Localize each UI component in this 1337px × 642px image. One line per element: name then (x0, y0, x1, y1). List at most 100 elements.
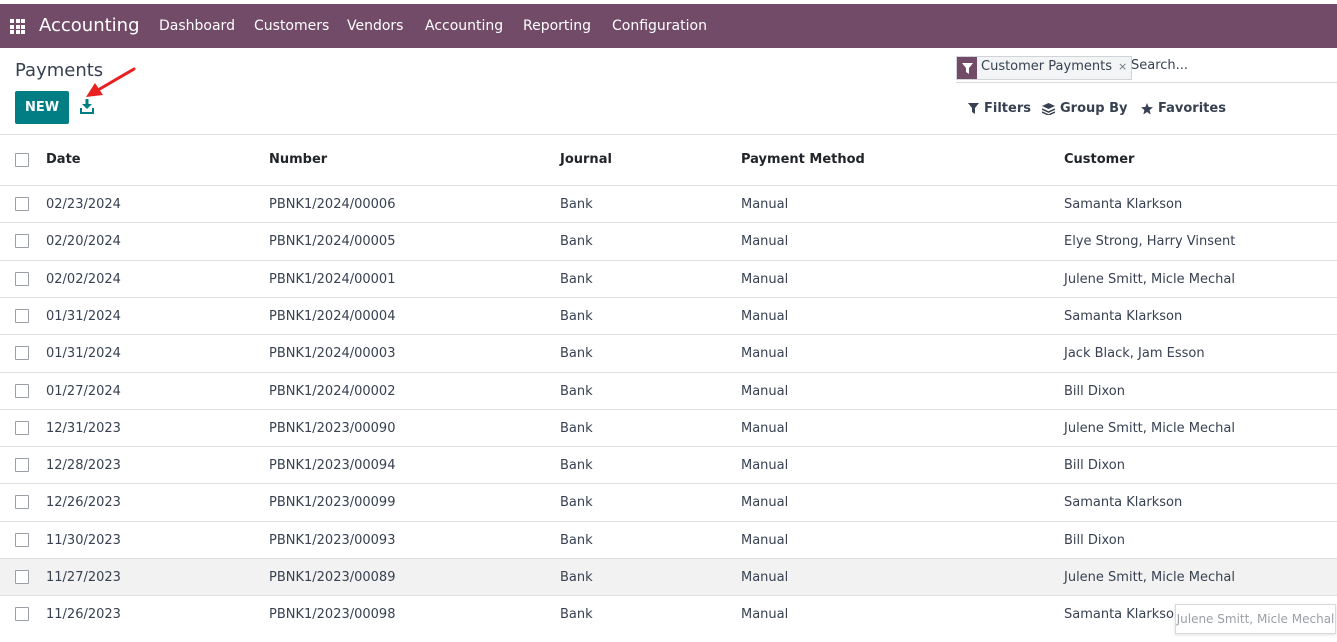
row-checkbox[interactable] (15, 346, 29, 361)
cell-date: 02/23/2024 (46, 197, 121, 212)
menu-configuration[interactable]: Configuration (612, 18, 707, 34)
cell-date: 01/31/2024 (46, 308, 121, 324)
search-input[interactable] (1131, 58, 1331, 73)
cell-customer: Samanta Klarkson (1064, 308, 1183, 324)
group-by-button[interactable]: Group By (1042, 101, 1127, 116)
cell-date: 11/27/2023 (46, 570, 121, 585)
cell-number: PBNK1/2024/00006 (269, 197, 396, 212)
table-row[interactable]: 12/26/2023 PBNK1/2023/00099 Bank Manual Sama… (0, 483, 1337, 521)
row-checkbox[interactable] (15, 197, 29, 211)
top-navbar: Accounting Dashboard Customers Vendors A… (0, 4, 1337, 48)
table-row[interactable]: 01/31/2024 PBNK1/2024/00004 Bank Manual Sama… (0, 296, 1337, 335)
cell-payment-method: Manual (741, 607, 789, 623)
cell-payment-method: Manual (741, 458, 789, 474)
filters-button[interactable]: Filters (968, 101, 1031, 116)
cell-date: 01/31/2024 (46, 346, 121, 362)
cell-customer: Julene Smitt, Micle Mechal (1064, 420, 1235, 436)
cell-customer: Bill Dixon (1064, 458, 1125, 474)
cell-number: PBNK1/2024/00005 (269, 234, 396, 250)
cell-number: PBNK1/2023/00094 (269, 458, 396, 474)
cell-payment-method: Manual (741, 570, 789, 585)
table-row[interactable]: 11/26/2023 PBNK1/2023/00098 Bank Manual Sama… (0, 595, 1337, 633)
table-row[interactable]: 12/28/2023 PBNK1/2023/00094 Bank Manual Bill… (0, 446, 1337, 484)
cell-journal: Bank (560, 308, 593, 324)
cell-customer: Samanta Klarkson (1064, 495, 1183, 511)
favorites-button[interactable]: Favorites (1141, 101, 1226, 116)
new-button[interactable]: NEW (15, 91, 69, 124)
column-header-payment-method[interactable]: Payment Method (741, 152, 865, 167)
column-header-journal[interactable]: Journal (560, 152, 612, 167)
group-by-label: Group By (1060, 101, 1128, 116)
menu-dashboard[interactable]: Dashboard (159, 18, 235, 34)
cell-customer: Julene Smitt, Micle Mechal (1064, 570, 1235, 585)
cell-payment-method: Manual (741, 234, 789, 250)
cell-date: 02/20/2024 (46, 234, 121, 250)
row-checkbox[interactable] (15, 607, 29, 622)
row-checkbox[interactable] (15, 532, 29, 547)
menu-reporting[interactable]: Reporting (523, 18, 591, 34)
cell-number: PBNK1/2023/00090 (269, 420, 396, 436)
cell-date: 01/27/2024 (46, 383, 121, 399)
table-top-border (0, 134, 1337, 135)
table-row[interactable]: 12/31/2023 PBNK1/2023/00090 Bank Manual Jule… (0, 408, 1337, 447)
download-icon[interactable] (80, 99, 94, 115)
star-icon (1141, 102, 1153, 114)
cell-journal: Bank (560, 532, 593, 548)
facet-remove-icon[interactable]: × (1116, 57, 1131, 79)
cell-customer: Bill Dixon (1064, 532, 1125, 548)
cell-payment-method: Manual (741, 308, 789, 324)
row-checkbox[interactable] (15, 234, 29, 249)
cell-date: 11/26/2023 (46, 607, 121, 623)
table-row[interactable]: 11/30/2023 PBNK1/2023/00093 Bank Manual Bill… (0, 520, 1337, 559)
select-all-checkbox[interactable] (15, 153, 29, 167)
cell-journal: Bank (560, 570, 593, 585)
cell-customer: Samanta Klarkson (1064, 607, 1183, 623)
row-checkbox[interactable] (15, 420, 29, 435)
column-header-number[interactable]: Number (269, 152, 327, 167)
apps-grid-icon[interactable] (10, 19, 25, 34)
table-row[interactable]: 02/20/2024 PBNK1/2024/00005 Bank Manual Elye… (0, 222, 1337, 260)
cell-journal: Bank (560, 271, 593, 287)
column-header-date[interactable]: Date (46, 152, 81, 167)
cell-number: PBNK1/2023/00089 (269, 570, 396, 585)
cell-date: 12/26/2023 (46, 495, 121, 511)
table-row[interactable]: 11/27/2023 PBNK1/2023/00089 Bank Manual Jule… (0, 558, 1337, 596)
cell-journal: Bank (560, 458, 593, 474)
table-row[interactable]: 02/02/2024 PBNK1/2024/00001 Bank Manual Jule… (0, 259, 1337, 298)
cell-payment-method: Manual (741, 346, 789, 362)
facet-label: Customer Payments (981, 59, 1112, 74)
cell-customer: Samanta Klarkson (1064, 197, 1183, 212)
table-row[interactable]: 01/31/2024 PBNK1/2024/00003 Bank Manual Jack… (0, 334, 1337, 372)
menu-vendors[interactable]: Vendors (347, 18, 403, 34)
tooltip: Julene Smitt, Micle Mechal (1175, 604, 1336, 634)
menu-customers[interactable]: Customers (254, 18, 329, 34)
cell-date: 02/02/2024 (46, 271, 121, 287)
search-underline (956, 82, 1337, 83)
row-checkbox[interactable] (15, 495, 29, 510)
cell-journal: Bank (560, 383, 593, 399)
table-row[interactable]: 01/27/2024 PBNK1/2024/00002 Bank Manual Bill… (0, 371, 1337, 410)
cell-payment-method: Manual (741, 271, 789, 287)
cell-customer: Julene Smitt, Micle Mechal (1064, 271, 1235, 287)
cell-payment-method: Manual (741, 197, 789, 212)
cell-journal: Bank (560, 420, 593, 436)
cell-date: 11/30/2023 (46, 532, 121, 548)
row-checkbox[interactable] (15, 271, 29, 286)
layers-icon (1042, 102, 1055, 115)
cell-customer: Elye Strong, Harry Vinsent (1064, 234, 1236, 250)
cell-customer: Jack Black, Jam Esson (1064, 346, 1205, 362)
cell-journal: Bank (560, 607, 593, 623)
row-checkbox[interactable] (15, 383, 29, 398)
app-title[interactable]: Accounting (39, 15, 140, 36)
cell-number: PBNK1/2024/00004 (269, 308, 396, 324)
column-header-customer[interactable]: Customer (1064, 152, 1134, 167)
cell-number: PBNK1/2024/00002 (269, 383, 396, 399)
row-checkbox[interactable] (15, 308, 29, 323)
row-checkbox[interactable] (15, 570, 29, 584)
menu-accounting[interactable]: Accounting (425, 18, 503, 34)
favorites-label: Favorites (1158, 101, 1226, 116)
row-checkbox[interactable] (15, 458, 29, 473)
table-row[interactable]: 02/23/2024 PBNK1/2024/00006 Bank Manual Sama… (0, 185, 1337, 223)
search-facet[interactable]: Customer Payments × (956, 56, 1133, 80)
filter-icon (968, 103, 979, 114)
